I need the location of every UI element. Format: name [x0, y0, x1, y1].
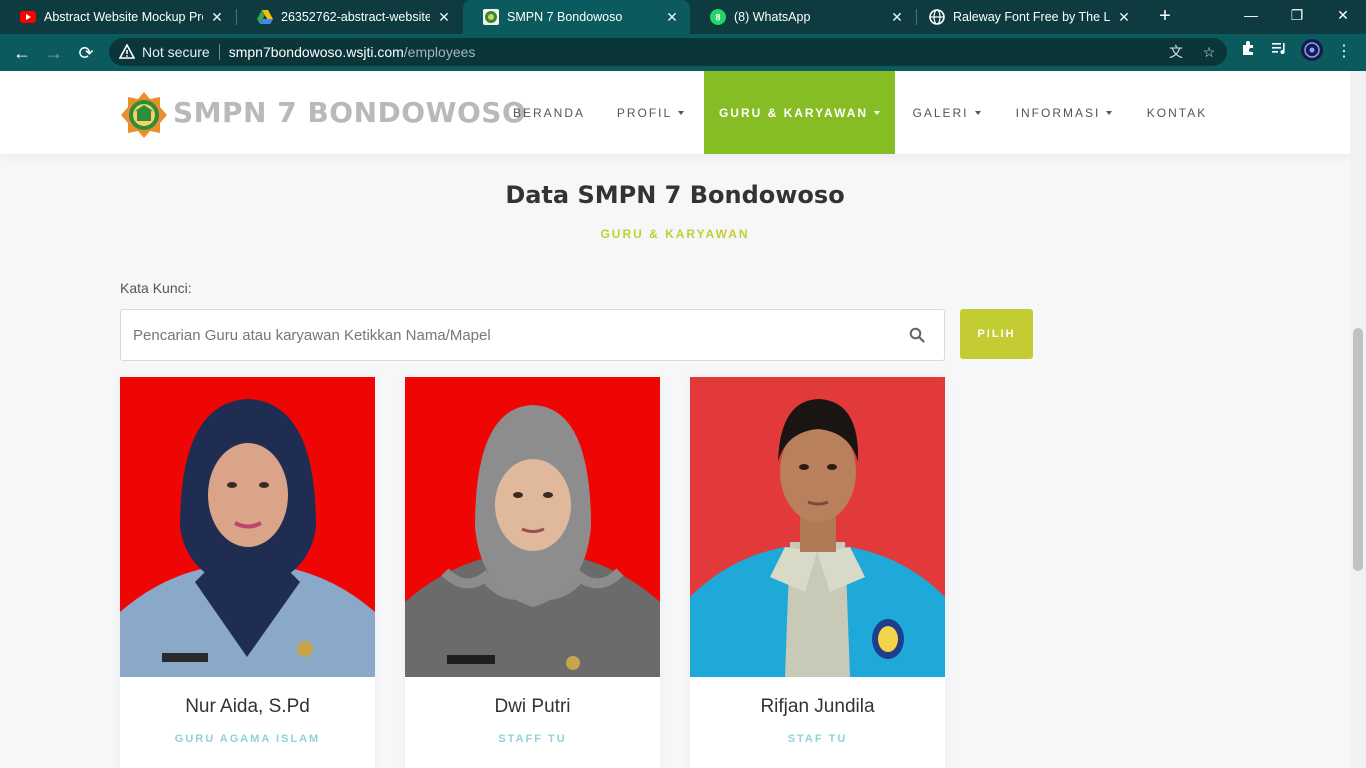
nav-label: BERANDA — [512, 105, 585, 120]
section-subtitle: GURU & KARYAWAN — [600, 227, 750, 241]
site-brand[interactable]: SMPN 7 BONDOWOSO — [173, 96, 526, 129]
close-window-button[interactable]: ✕ — [1320, 0, 1366, 30]
profile-avatar[interactable] — [1299, 39, 1325, 65]
nav-label: KONTAK — [1146, 105, 1208, 120]
employee-card[interactable]: Nur Aida, S.Pd GURU AGAMA ISLAM — [120, 377, 375, 768]
tab-title: SMPN 7 Bondowoso — [507, 10, 623, 24]
nav-informasi[interactable]: INFORMASI — [1005, 71, 1123, 154]
browser-tab-raleway[interactable]: Raleway Font Free by The Leag ✕ — [917, 0, 1142, 34]
nav-label: GURU & KARYAWAN — [718, 105, 869, 120]
school-logo[interactable] — [120, 91, 168, 139]
forward-button[interactable]: → — [40, 39, 68, 67]
url-path: /employees — [403, 44, 476, 60]
section-title: Data SMPN 7 Bondowoso — [505, 181, 845, 209]
tab-title: (8) WhatsApp — [734, 10, 811, 24]
browser-tab-whatsapp[interactable]: 8 (8) WhatsApp ✕ — [690, 0, 915, 34]
extensions-icon[interactable] — [1235, 39, 1261, 65]
employee-role: STAF TU — [787, 733, 848, 745]
close-tab-icon[interactable]: ✕ — [1116, 9, 1132, 26]
caret-down-icon — [678, 110, 685, 115]
tab-title: Raleway Font Free by The Leag — [953, 10, 1110, 24]
nav-label: PROFIL — [616, 105, 673, 120]
browser-tab-youtube[interactable]: Abstract Website Mockup Prom ✕ — [0, 0, 235, 34]
youtube-icon — [20, 9, 36, 25]
new-tab-button[interactable]: + — [1154, 5, 1176, 27]
minimize-button[interactable]: — — [1228, 0, 1274, 30]
tab-title: 26352762-abstract-website-mo — [281, 10, 430, 24]
globe-icon — [929, 9, 945, 25]
warning-icon — [119, 44, 135, 59]
employee-role: STAFF TU — [498, 733, 567, 745]
browser-menu-icon[interactable]: ⋮ — [1331, 39, 1357, 65]
employee-role: GURU AGAMA ISLAM — [174, 733, 321, 745]
close-tab-icon[interactable]: ✕ — [436, 9, 452, 26]
employee-card[interactable]: Rifjan Jundila STAF TU — [690, 377, 945, 768]
pilih-button[interactable]: PILIH — [960, 309, 1033, 359]
nav-profil[interactable]: PROFIL — [608, 71, 693, 154]
school-favicon — [483, 9, 499, 25]
employee-photo[interactable] — [690, 377, 945, 677]
tab-title: Abstract Website Mockup Prom — [44, 10, 203, 24]
employee-card[interactable]: Dwi Putri STAFF TU — [405, 377, 660, 768]
employee-name: Nur Aida, S.Pd — [185, 696, 310, 717]
browser-tab-smpn7[interactable]: SMPN 7 Bondowoso ✕ — [463, 0, 690, 34]
whatsapp-icon: 8 — [710, 9, 726, 25]
media-control-icon[interactable] — [1266, 39, 1292, 65]
scrollbar-thumb[interactable] — [1353, 328, 1363, 571]
address-bar[interactable]: Not secure smpn7bondowoso.wsjti.com /emp… — [109, 38, 1227, 66]
security-label[interactable]: Not secure — [142, 44, 210, 60]
nav-label: INFORMASI — [1015, 105, 1101, 120]
back-button[interactable]: ← — [8, 39, 36, 67]
nav-galeri[interactable]: GALERI — [905, 71, 988, 154]
page-viewport: SMPN 7 BONDOWOSO BERANDA PROFIL GURU & K… — [0, 71, 1350, 768]
reload-button[interactable]: ⟳ — [72, 39, 100, 67]
employee-photo[interactable] — [405, 377, 660, 677]
employee-photo[interactable] — [120, 377, 375, 677]
search-icon[interactable] — [909, 327, 925, 343]
bookmark-star-icon[interactable]: ☆ — [1197, 38, 1221, 66]
search-label: Kata Kunci: — [120, 280, 192, 296]
caret-down-icon — [974, 110, 981, 115]
browser-tab-drive[interactable]: 26352762-abstract-website-mo ✕ — [237, 0, 462, 34]
search-input[interactable] — [120, 309, 945, 361]
nav-beranda[interactable]: BERANDA — [505, 71, 593, 154]
close-tab-icon[interactable]: ✕ — [209, 9, 225, 26]
omnibox-divider — [218, 44, 220, 60]
nav-kontak[interactable]: KONTAK — [1137, 71, 1217, 154]
close-tab-icon[interactable]: ✕ — [889, 9, 905, 26]
caret-down-icon — [874, 110, 881, 115]
caret-down-icon — [1106, 110, 1113, 115]
url-host: smpn7bondowoso.wsjti.com — [228, 44, 404, 60]
nav-guru-karyawan[interactable]: GURU & KARYAWAN — [704, 71, 895, 154]
close-tab-icon[interactable]: ✕ — [664, 9, 680, 26]
google-drive-icon — [257, 9, 273, 25]
nav-label: GALERI — [912, 105, 969, 120]
restore-button[interactable]: ❐ — [1274, 0, 1320, 30]
browser-toolbar: ← → ⟳ Not secure smpn7bondowoso.wsjti.co… — [0, 34, 1366, 71]
translate-icon[interactable]: 文 — [1164, 38, 1188, 66]
site-header: SMPN 7 BONDOWOSO BERANDA PROFIL GURU & K… — [0, 71, 1350, 154]
browser-tab-bar: Abstract Website Mockup Prom ✕ 26352762-… — [0, 0, 1366, 34]
employee-name: Rifjan Jundila — [760, 696, 875, 717]
svg-text:8: 8 — [715, 13, 720, 23]
page-scrollbar[interactable] — [1350, 71, 1366, 768]
employee-name: Dwi Putri — [494, 696, 571, 717]
